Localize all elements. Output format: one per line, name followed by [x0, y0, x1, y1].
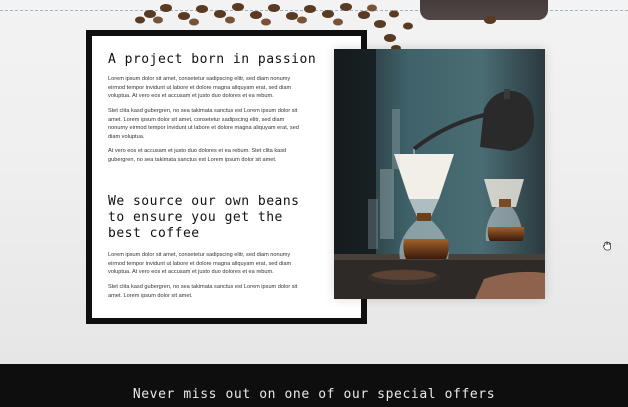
section1-paragraph-3: At vero eos et accusam et justo duo dolo… [108, 148, 287, 163]
section-title-beans-line2: to ensure you get the [108, 210, 283, 225]
section1-paragraph-2: Stet clita kasd gubergren, no sea takima… [108, 108, 299, 140]
section1-paragraph-1: Lorem ipsum dolor sit amet, consetetur s… [108, 76, 292, 99]
section-title-beans-line3: best coffee [108, 226, 200, 241]
section2-paragraph-1: Lorem ipsum dolor sit amet, consetetur s… [108, 252, 292, 275]
newsletter-title: Never miss out on one of our special off… [132, 387, 496, 402]
hand-grab-icon [603, 241, 611, 251]
section2-paragraph-2: Stet clita kasd gubergren, no sea takima… [108, 284, 298, 299]
pour-over-coffee-photo [334, 49, 545, 299]
section-title-passion: A project born in passion [108, 52, 317, 67]
section-title-beans-line1: We source our own beans [108, 194, 300, 209]
